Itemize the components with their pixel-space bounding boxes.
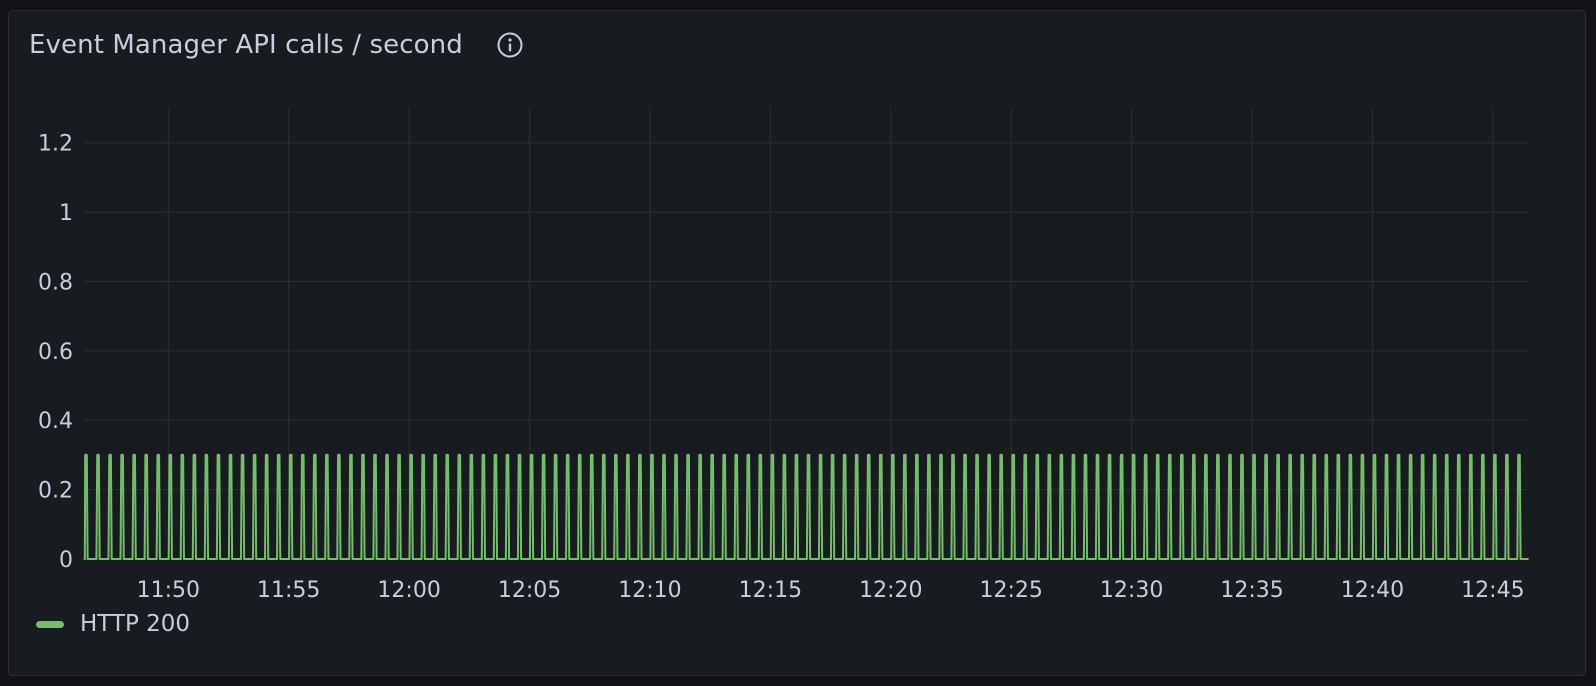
x-tick-label: 11:50 (137, 578, 200, 603)
y-axis-ticks: 0 0.2 0.4 0.6 0.8 1 1.2 (38, 132, 73, 573)
legend-item-http-200[interactable]: HTTP 200 (36, 611, 190, 637)
y-tick-label: 1 (59, 201, 73, 226)
y-tick-label: 0.2 (38, 479, 73, 504)
x-tick-label: 12:40 (1341, 578, 1404, 603)
x-tick-label: 12:45 (1461, 578, 1524, 603)
y-tick-label: 0.8 (38, 270, 73, 295)
x-tick-label: 12:25 (980, 578, 1043, 603)
chart-panel: Event Manager API calls / second 0 0.2 0.4… (8, 10, 1586, 676)
x-tick-label: 12:30 (1100, 578, 1163, 603)
legend-label: HTTP 200 (80, 611, 191, 637)
y-tick-label: 0.4 (38, 409, 73, 434)
y-tick-label: 0.6 (38, 340, 73, 365)
x-tick-label: 12:05 (498, 578, 561, 603)
x-tick-label: 12:10 (618, 578, 681, 603)
y-tick-label: 1.2 (38, 132, 73, 157)
line-chart: 0 0.2 0.4 0.6 0.8 1 1.2 11:50 11:55 12:00 12:05 12… (38, 108, 1529, 603)
x-tick-label: 12:20 (859, 578, 922, 603)
series-line-http-200 (83, 453, 1529, 560)
x-tick-label: 12:35 (1220, 578, 1283, 603)
x-tick-label: 11:55 (257, 578, 320, 603)
x-tick-label: 12:00 (377, 578, 440, 603)
x-axis-ticks: 11:50 11:55 12:00 12:05 12:10 12:15 12:20 12:25… (137, 578, 1525, 603)
x-tick-label: 12:15 (739, 578, 802, 603)
series-layer (83, 453, 1529, 560)
y-tick-label: 0 (59, 548, 73, 573)
legend-swatch (36, 620, 64, 628)
